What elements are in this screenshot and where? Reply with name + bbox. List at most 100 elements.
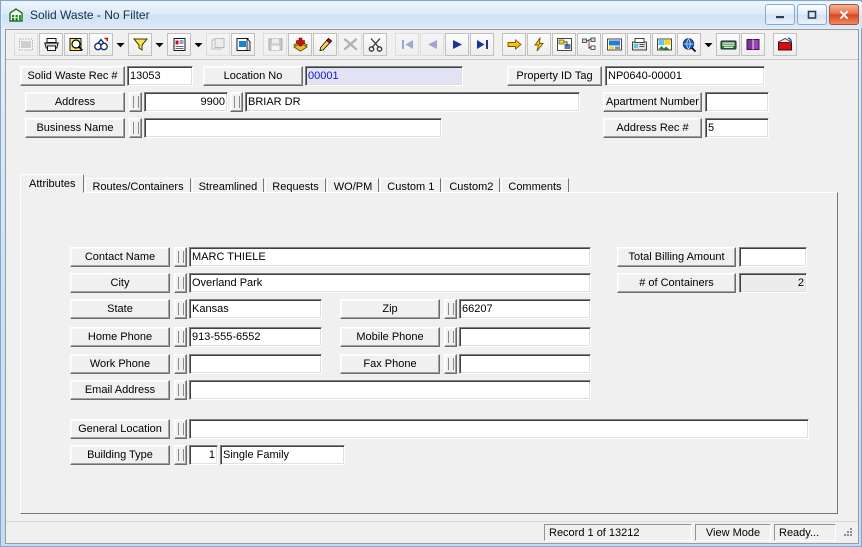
solid-waste-rec-label[interactable]: Solid Waste Rec # [20, 66, 125, 86]
cut-icon[interactable] [363, 33, 387, 56]
solid-waste-rec-field[interactable]: 13053 [127, 66, 193, 86]
city-lookup-icon[interactable] [174, 273, 187, 293]
filter-dropdown-icon[interactable] [153, 33, 166, 56]
last-record-icon[interactable] [470, 33, 494, 56]
go-to-icon[interactable] [502, 33, 526, 56]
contact-name-label[interactable]: Contact Name [70, 247, 170, 267]
state-lookup-icon[interactable] [174, 299, 187, 319]
refresh-icon[interactable] [231, 33, 255, 56]
building-type-description-field[interactable]: Single Family [220, 445, 345, 465]
workflow-icon[interactable] [552, 33, 576, 56]
edit-record-icon[interactable] [313, 33, 337, 56]
state-field[interactable]: Kansas [189, 299, 322, 319]
status-record-panel: Record 1 of 13212 [544, 524, 692, 541]
work-phone-label[interactable]: Work Phone [70, 354, 170, 374]
screen-icon[interactable] [602, 33, 626, 56]
resize-grip-icon[interactable] [840, 526, 854, 540]
find-dropdown-icon[interactable] [114, 33, 127, 56]
first-record-icon[interactable] [395, 33, 419, 56]
address-street-lookup-icon[interactable] [230, 92, 243, 112]
mobile-phone-field[interactable] [459, 327, 591, 347]
containers-label[interactable]: # of Containers [617, 273, 736, 293]
general-location-label[interactable]: General Location [70, 419, 170, 439]
zip-label[interactable]: Zip [340, 299, 440, 319]
email-address-label[interactable]: Email Address [70, 380, 170, 400]
fax-phone-lookup-icon[interactable] [444, 354, 457, 374]
keyboard-icon[interactable] [716, 33, 740, 56]
building-type-label[interactable]: Building Type [70, 445, 170, 465]
location-no-label[interactable]: Location No [203, 66, 303, 86]
home-phone-field[interactable]: 913-555-6552 [189, 327, 322, 347]
address-street-field[interactable]: BRIAR DR [245, 92, 580, 112]
total-billing-field[interactable] [739, 247, 807, 267]
address-rec-field[interactable]: 5 [705, 118, 769, 138]
apartment-number-field[interactable] [705, 92, 769, 112]
address-number-lookup-icon[interactable] [129, 92, 142, 112]
maximize-button[interactable] [797, 4, 827, 25]
toolbar-separator [766, 33, 773, 56]
home-phone-label[interactable]: Home Phone [70, 327, 170, 347]
properties-icon[interactable] [206, 33, 230, 56]
zip-field[interactable]: 66207 [459, 299, 591, 319]
globe-dropdown-icon[interactable] [702, 33, 715, 56]
address-rec-label[interactable]: Address Rec # [603, 118, 702, 138]
city-field[interactable]: Overland Park [189, 273, 591, 293]
previous-record-icon[interactable] [420, 33, 444, 56]
general-location-lookup-icon[interactable] [174, 419, 187, 439]
report-icon[interactable] [167, 33, 191, 56]
status-state-panel: Ready... [774, 524, 836, 541]
report-dropdown-icon[interactable] [192, 33, 205, 56]
close-button[interactable] [829, 4, 859, 25]
grid-view-icon[interactable] [14, 33, 38, 56]
property-id-row: Property ID Tag NP0640-00001 [507, 66, 765, 86]
home-phone-lookup-icon[interactable] [174, 327, 187, 347]
minimize-button[interactable] [765, 4, 795, 25]
exit-icon[interactable] [773, 33, 797, 56]
state-row: State Kansas [70, 299, 322, 319]
location-no-field[interactable]: 00001 [305, 66, 463, 86]
business-name-field[interactable] [144, 118, 442, 138]
title-bar[interactable]: Solid Waste - No Filter [2, 2, 862, 28]
fax-icon[interactable] [627, 33, 651, 56]
print-preview-icon[interactable] [64, 33, 88, 56]
general-location-field[interactable] [189, 419, 809, 439]
help-book-icon[interactable] [741, 33, 765, 56]
add-record-icon[interactable] [288, 33, 312, 56]
hierarchy-icon[interactable] [577, 33, 601, 56]
fax-phone-field[interactable] [459, 354, 591, 374]
state-label[interactable]: State [70, 299, 170, 319]
image-icon[interactable] [652, 33, 676, 56]
apartment-number-label[interactable]: Apartment Number [603, 92, 702, 112]
address-number-field[interactable]: 9900 [144, 92, 228, 112]
print-icon[interactable] [39, 33, 63, 56]
globe-search-icon[interactable] [677, 33, 701, 56]
city-label[interactable]: City [70, 273, 170, 293]
find-icon[interactable] [89, 33, 113, 56]
email-address-field[interactable] [189, 380, 591, 400]
city-row: City Overland Park [70, 273, 591, 293]
mobile-phone-label[interactable]: Mobile Phone [340, 327, 440, 347]
fax-phone-label[interactable]: Fax Phone [340, 354, 440, 374]
delete-record-icon[interactable] [338, 33, 362, 56]
total-billing-label[interactable]: Total Billing Amount [617, 247, 736, 267]
building-type-code-field[interactable]: 1 [189, 445, 218, 465]
building-type-row: Building Type 1 Single Family [70, 445, 345, 465]
contact-name-lookup-icon[interactable] [174, 247, 187, 267]
quick-action-icon[interactable] [527, 33, 551, 56]
business-name-lookup-icon[interactable] [129, 118, 142, 138]
mobile-phone-lookup-icon[interactable] [444, 327, 457, 347]
filter-icon[interactable] [128, 33, 152, 56]
property-id-tag-label[interactable]: Property ID Tag [507, 66, 602, 86]
zip-lookup-icon[interactable] [444, 299, 457, 319]
building-type-lookup-icon[interactable] [174, 445, 187, 465]
save-icon[interactable] [263, 33, 287, 56]
work-phone-lookup-icon[interactable] [174, 354, 187, 374]
address-label[interactable]: Address [25, 92, 125, 112]
contact-name-field[interactable]: MARC THIELE [189, 247, 591, 267]
business-name-label[interactable]: Business Name [25, 118, 125, 138]
work-phone-field[interactable] [189, 354, 322, 374]
tab-attributes[interactable]: Attributes [20, 174, 85, 193]
email-address-lookup-icon[interactable] [174, 380, 187, 400]
property-id-tag-field[interactable]: NP0640-00001 [605, 66, 765, 86]
next-record-icon[interactable] [445, 33, 469, 56]
